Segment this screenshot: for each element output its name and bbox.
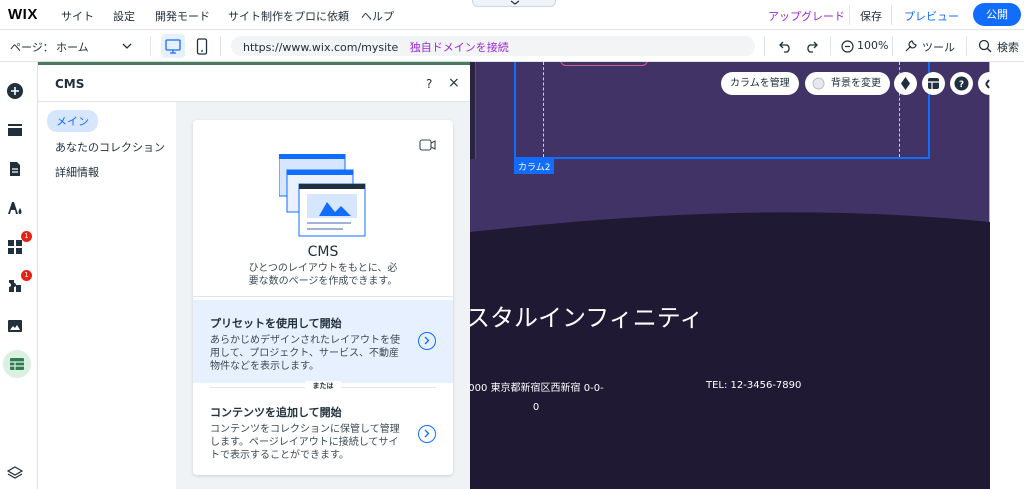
add-icon[interactable] [7,83,23,99]
panel-nav: メイン あなたのコレクション 詳細情報 [38,102,176,489]
column-edge [470,62,476,159]
site-url-bar[interactable]: https://www.wix.com/mysite 独自ドメインを接続 [231,36,755,56]
cms-icon [10,358,24,370]
search-icon[interactable] [978,39,992,53]
page-selector[interactable]: ホーム [56,39,89,55]
cms-panel: CMS ? × メイン あなたのコレクション 詳細情報 CMS ひとつのレイアウ… [38,62,470,489]
collapse-tab[interactable] [472,0,556,7]
panel-content: CMS ひとつのレイアウトをもとに、必要な数のページを作成できます。 プリセット… [176,102,470,489]
option-title: コンテンツを追加して開始 [210,406,342,419]
canvas-right-margin [990,62,1024,489]
panel-title: CMS [55,77,85,91]
save-button[interactable]: 保存 [860,8,882,24]
phone-text[interactable]: TEL: 12-3456-7890 [706,380,801,391]
help-button[interactable]: ? [426,77,432,91]
nav-your-collections[interactable]: あなたのコレクション [55,139,165,155]
cms-intro-card: CMS ひとつのレイアウトをもとに、必要な数のページを作成できます。 プリセット… [193,120,453,475]
undo-icon[interactable] [779,40,793,53]
animation-button[interactable] [894,72,917,95]
arrow-right-button[interactable] [418,332,436,350]
nav-main[interactable]: メイン [47,110,98,132]
menu-help[interactable]: ヘルプ [361,8,394,24]
zoom-level[interactable]: 100% [857,39,888,52]
apps-icon[interactable] [7,239,23,255]
change-background-button[interactable]: 背景を変更 [805,72,890,95]
menu-dev-mode[interactable]: 開発モード [155,8,210,24]
editor-toolbar: ページ： ホーム https://www.wix.com/mysite 独自ドメ… [0,30,1024,62]
panel-header: CMS ? × [38,65,470,102]
divider [830,36,831,56]
apps-badge: 1 [21,231,32,242]
menu-site[interactable]: サイト [61,8,94,24]
divider [193,296,453,297]
business-apps-icon[interactable] [7,278,23,294]
background-icon [812,77,825,90]
cms-illustration [279,154,366,237]
column-tag[interactable]: カラム2 [514,159,555,174]
cms-button[interactable] [3,350,31,378]
site-url: https://www.wix.com/mysite [243,41,399,54]
redo-icon[interactable] [804,40,818,53]
card-title: CMS [307,244,339,260]
page-label: ページ： [10,41,54,54]
chevron-right-icon [424,429,430,438]
animation-icon [901,77,910,90]
divider [849,5,850,25]
divider [764,36,765,56]
media-icon[interactable] [7,318,23,334]
video-icon[interactable] [419,139,437,151]
preview-button[interactable]: プレビュー [904,8,959,24]
layers-icon[interactable] [7,465,23,481]
address-text[interactable]: 000 東京都新宿区西新宿 0-0-0 [470,379,606,417]
desktop-icon [165,39,181,54]
top-bar: WIX サイト 設定 開発モード サイト制作をプロに依頼 ヘルプ アップグレード… [0,0,1024,30]
tools-button[interactable]: ツール [922,39,955,55]
divider [892,36,893,56]
business-badge: 1 [21,270,32,281]
arrow-right-button[interactable] [418,425,436,443]
option-use-preset[interactable]: プリセットを使用して開始 あらかじめデザインされたレイアウトを使用して、プロジェ… [193,300,453,383]
card-subtitle: ひとつのレイアウトをもとに、必要な数のページを作成できます。 [248,263,398,287]
help-icon: ? [954,76,969,91]
button-element[interactable] [560,62,648,66]
design-icon[interactable] [7,200,23,216]
connect-domain-link[interactable]: 独自ドメインを接続 [410,41,509,54]
zoom-out-icon[interactable] [841,40,854,53]
publish-button[interactable]: 公開 [973,3,1021,26]
divider [891,5,892,25]
or-divider: または [305,381,341,391]
layout-button[interactable] [922,72,945,95]
option-add-content[interactable]: コンテンツを追加して開始 コンテンツをコレクションに保管して管理します。ページレ… [193,392,453,475]
chevron-right-icon [424,336,430,345]
chevron-down-icon[interactable] [122,42,132,50]
divider [220,36,221,56]
editor-canvas[interactable]: カラム2 カラムを管理 背景を変更 ? スタルインフィニティ 000 東京都新宿… [470,62,1024,489]
desktop-view-button[interactable] [161,34,185,58]
option-description: コンテンツをコレクションに保管して管理します。ページレイアウトに接続してサイトで… [210,424,400,461]
divider [966,36,967,56]
svg-text:?: ? [959,80,964,90]
sections-icon[interactable] [7,122,23,138]
close-button[interactable]: × [448,75,460,91]
mobile-icon[interactable] [195,38,209,55]
layout-icon [928,78,939,89]
help-button[interactable]: ? [950,72,973,95]
chevron-down-icon [510,0,520,5]
wix-logo[interactable]: WIX [8,6,38,23]
upgrade-link[interactable]: アップグレード [768,8,845,24]
pages-icon[interactable] [7,161,23,177]
guide-line [543,62,544,157]
manage-columns-button[interactable]: カラムを管理 [721,72,799,95]
search-button[interactable]: 検索 [997,39,1019,55]
change-background-label: 背景を変更 [831,78,881,89]
menu-hire-pro[interactable]: サイト制作をプロに依頼 [228,8,349,24]
divider [150,36,151,56]
wrench-icon[interactable] [904,39,918,53]
option-title: プリセットを使用して開始 [210,317,342,330]
left-sidebar: 1 1 [0,62,38,489]
option-description: あらかじめデザインされたレイアウトを使用して、プロジェクト、サービス、不動産物件… [210,335,400,372]
nav-details[interactable]: 詳細情報 [55,164,99,180]
site-heading[interactable]: スタルインフィニティ [470,298,703,333]
menu-settings[interactable]: 設定 [113,8,135,24]
